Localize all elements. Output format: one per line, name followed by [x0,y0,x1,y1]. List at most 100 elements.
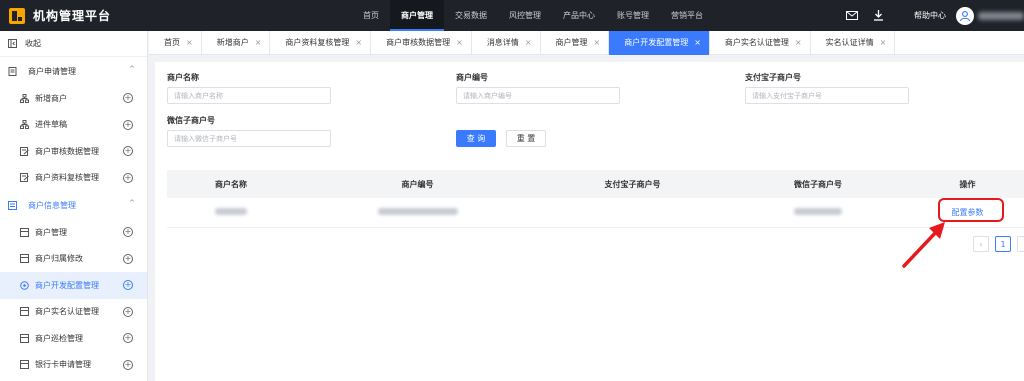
page-tabs: 首页 × 新增商户 × 商户资料复核管理 × 商户审核数据管理 × 消息详情 × 商户管理… [149,31,1024,55]
sidebar-group-label: 商户信息管理 [28,200,76,210]
annotation-highlight-box [938,198,1004,222]
topnav-item-risk[interactable]: 风控管理 [498,0,552,31]
sidebar-item-label: 商户归属修改 [35,254,83,264]
tab-label: 商户审核数据管理 [386,38,451,47]
tab-label: 首页 [164,38,180,47]
collapse-label: 收起 [25,39,41,48]
sidebar-item-label: 商户开发配置管理 [35,280,99,290]
chevron-up-icon: ^ [129,199,135,207]
pagination-prev-button[interactable]: ‹ [973,236,989,252]
column-header: 商户编号 [401,179,434,189]
tab-label: 消息详情 [486,38,519,47]
top-nav: 首页 商户管理 交易数据 风控管理 产品中心 账号管理 营销平台 [352,0,714,31]
tab-audit-data[interactable]: 商户审核数据管理 × [371,31,472,55]
plus-circle-icon[interactable]: + [123,119,133,130]
close-icon[interactable]: × [880,31,887,55]
reset-button[interactable]: 重 置 [506,130,546,147]
chevron-up-icon: ^ [129,65,135,73]
sidebar-item-label: 商户实名认证管理 [35,307,99,317]
sidebar-item-review[interactable]: 商户资料复核管理 + [0,165,147,192]
tab-dev-config[interactable]: 商户开发配置管理 × [609,31,710,55]
sidebar-item-label: 商户资料复核管理 [35,173,99,183]
app-title: 机构管理平台 [33,9,112,23]
table-row: 配置参数 [167,198,1024,228]
user-avatar-icon[interactable] [956,6,974,25]
tab-realname[interactable]: 商户实名认证管理 × [710,31,811,55]
sidebar-item-drafts[interactable]: 进件草稿 + [0,112,147,139]
sidebar-group-merchant-info[interactable]: 商户信息管理 ^ [0,191,147,219]
plus-circle-icon[interactable]: + [123,306,133,317]
merchant-name-redacted [167,208,295,217]
sidebar-item-inspection[interactable]: 商户巡检管理 + [0,325,147,352]
topnav-item-marketing[interactable]: 营销平台 [660,0,714,31]
alipay-sub-input[interactable] [745,87,909,104]
help-center-link[interactable]: 帮助中心 [914,10,946,21]
info-icon [8,200,17,210]
close-icon[interactable]: × [594,31,601,55]
close-icon[interactable]: × [456,31,463,55]
tab-add-merchant[interactable]: 新增商户 × [202,31,271,55]
tab-review[interactable]: 商户资料复核管理 × [270,31,372,55]
plus-circle-icon[interactable]: + [123,227,133,237]
list-icon [20,307,29,317]
tab-message-detail[interactable]: 消息详情 × [472,31,541,55]
column-header: 商户名称 [215,179,247,189]
topnav-item-merchant[interactable]: 商户管理 [390,0,444,31]
plus-circle-icon[interactable]: + [123,172,133,183]
merchant-no-input[interactable] [456,87,620,104]
sidebar-collapse-button[interactable]: 收起 [0,31,147,57]
topnav-item-transactions[interactable]: 交易数据 [444,0,498,31]
column-header: 微信子商户号 [794,179,842,189]
tab-merchant-manage[interactable]: 商户管理 × [541,31,610,55]
merchant-name-input[interactable] [167,87,331,104]
sidebar-item-audit-data[interactable]: 商户审核数据管理 + [0,138,147,165]
topnav-item-products[interactable]: 产品中心 [552,0,606,31]
merchant-name-label: 商户名称 [167,73,199,82]
download-icon[interactable] [870,8,886,24]
sidebar-item-merchant-manage[interactable]: 商户管理 + [0,219,147,246]
sidebar-item-ownership[interactable]: 商户归属修改 + [0,246,147,273]
alipay-sub-label: 支付宝子商户号 [745,73,801,82]
tab-realname-detail[interactable]: 实名认证详情 × [811,31,896,55]
plus-circle-icon[interactable]: + [123,253,133,264]
pagination-page-button[interactable]: 1 [995,236,1011,252]
sidebar-item-realname[interactable]: 商户实名认证管理 + [0,299,147,326]
sidebar-item-dev-config[interactable]: 商户开发配置管理 + [0,272,147,299]
mail-icon[interactable] [844,8,860,24]
tab-home[interactable]: 首页 × [149,31,202,55]
sidebar-item-label: 银行卡申请管理 [35,360,91,370]
close-icon[interactable]: × [355,31,362,55]
table-header: 商户名称 商户编号 支付宝子商户号 微信子商户号 操作 [167,170,1024,198]
plus-circle-icon[interactable]: + [123,93,133,103]
logo: 机构管理平台 [0,7,200,24]
merchant-table: 商户名称 商户编号 支付宝子商户号 微信子商户号 操作 配置参数 [167,170,1024,228]
document-icon [8,66,17,76]
sidebar-group-merchant-apply[interactable]: 商户申请管理 ^ [0,57,147,85]
plus-circle-icon[interactable]: + [123,280,133,290]
sidebar-item-bank-card[interactable]: 银行卡申请管理 + [0,352,147,379]
merchant-no-label: 商户编号 [456,73,488,82]
edit-doc-icon [20,146,29,156]
close-icon[interactable]: × [255,31,262,55]
pagination-next-button[interactable] [1017,236,1024,252]
close-icon[interactable]: × [186,31,193,55]
plus-circle-icon[interactable]: + [123,359,133,370]
topnav-item-accounts[interactable]: 账号管理 [606,0,660,31]
plus-circle-icon[interactable]: + [123,333,133,343]
close-icon[interactable]: × [795,31,802,55]
circle-icon [20,280,29,290]
sidebar-group-label: 商户申请管理 [28,66,76,76]
org-icon [20,120,29,130]
search-button[interactable]: 查 询 [456,130,496,147]
wechat-sub-input[interactable] [167,130,331,147]
close-icon[interactable]: × [525,31,532,55]
close-icon[interactable]: × [694,31,701,55]
plus-circle-icon[interactable]: + [123,146,133,156]
topnav-item-home[interactable]: 首页 [352,0,390,31]
merchant-no-redacted [295,208,540,217]
tab-label: 商户管理 [555,38,588,47]
edit-doc-icon [20,173,29,183]
list-icon [20,360,29,370]
sidebar-item-add-merchant[interactable]: 新增商户 + [0,85,147,112]
sidebar-item-label: 新增商户 [35,93,67,103]
